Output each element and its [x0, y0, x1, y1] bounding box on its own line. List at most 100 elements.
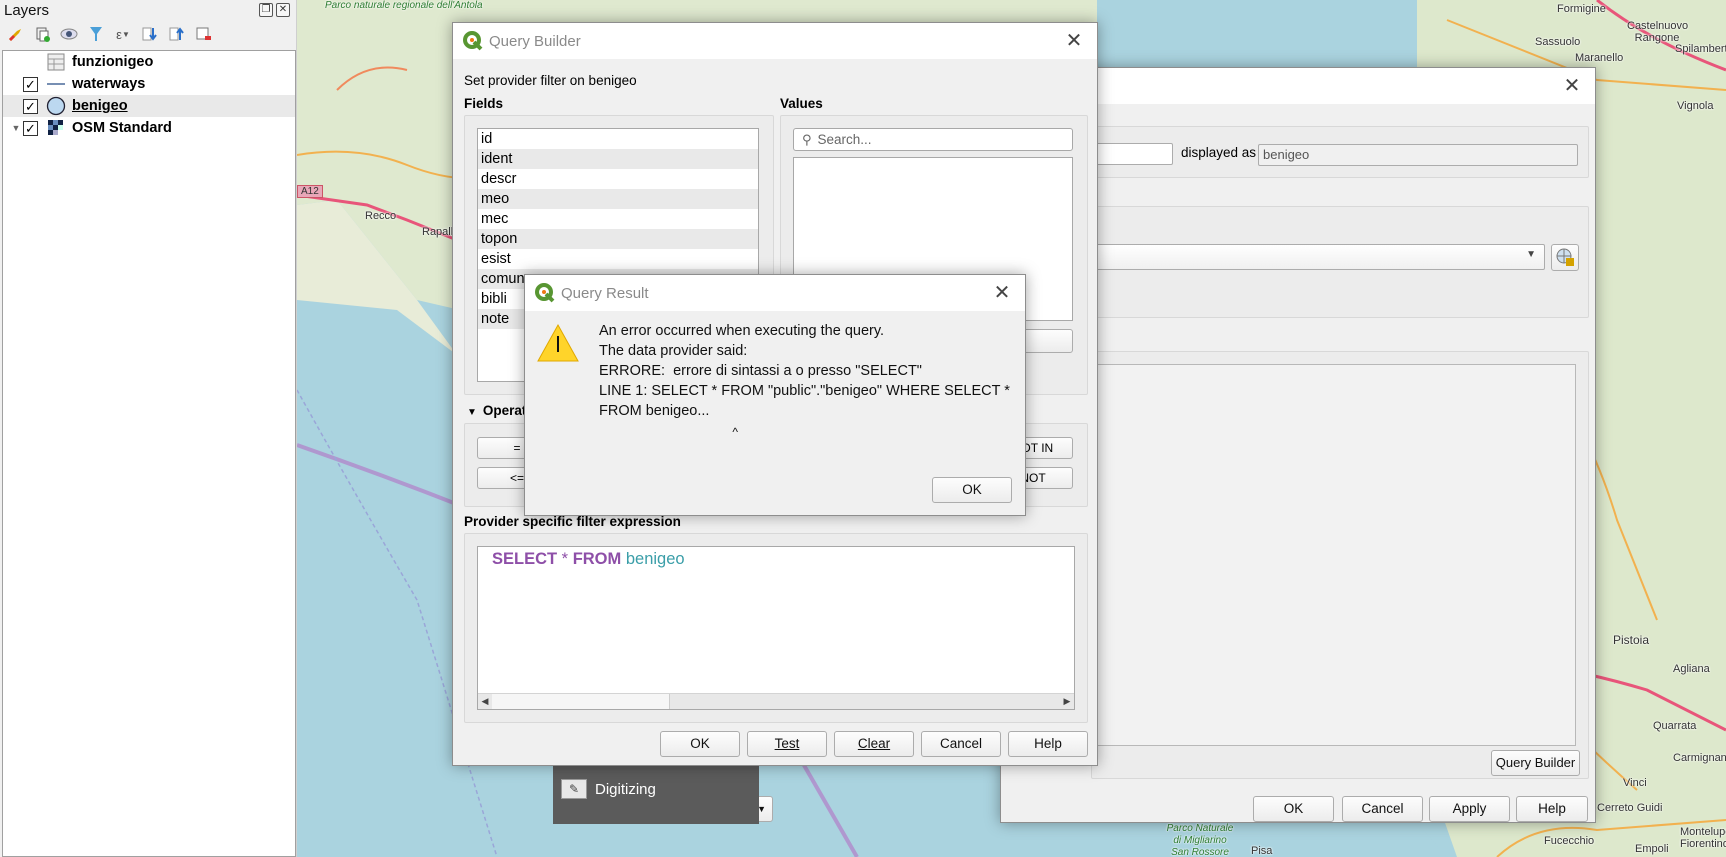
layer-name-field[interactable] [1091, 143, 1173, 165]
close-icon[interactable]: ✕ [1063, 30, 1085, 52]
clear-label: Clear [857, 736, 891, 751]
map-label: Maranello [1575, 52, 1624, 64]
layers-panel: Layers ❐ ✕ ε▼ funzionigeo ✓ waterways ✓ [0, 0, 297, 857]
help-button[interactable]: Help [1008, 731, 1088, 757]
sql-expression: SELECT * FROM benigeo [492, 550, 685, 568]
remove-layer-icon[interactable] [195, 25, 213, 43]
scrollbar-thumb[interactable] [492, 694, 670, 709]
filter-expression-icon[interactable]: ε ▼ [114, 25, 132, 43]
test-button[interactable]: Test [747, 731, 827, 757]
layer-visibility-checkbox[interactable]: ✓ [23, 76, 38, 92]
query-result-dialog: Query Result ✕ An error occurred when ex… [524, 274, 1026, 516]
map-road-badge: A12 [297, 185, 323, 198]
polygon-symbol-icon [46, 96, 66, 116]
encoding-dropdown[interactable]: ▼ [1091, 244, 1545, 270]
field-item[interactable]: topon [478, 229, 758, 249]
style-manager-icon[interactable] [6, 25, 24, 43]
horizontal-scrollbar[interactable]: ◀ ▶ [478, 693, 1074, 709]
scroll-right-icon[interactable]: ▶ [1060, 694, 1074, 709]
layer-item-waterways[interactable]: ✓ waterways [3, 73, 295, 95]
map-label: Castelnuovo Rangone [1627, 20, 1689, 44]
ok-button[interactable]: OK [660, 731, 740, 757]
sidebar-item-digitizing[interactable]: ✎ Digitizing [561, 774, 656, 804]
search-placeholder: Search... [817, 132, 872, 147]
values-search-input[interactable]: ⚲ Search... [793, 128, 1073, 151]
clear-button[interactable]: Clear [834, 731, 914, 757]
map-label: Parco naturale regionale dell'Antola [325, 0, 483, 11]
sidebar-item-label: Digitizing [595, 780, 656, 798]
layer-visibility-checkbox[interactable]: ✓ [23, 98, 38, 114]
error-message-line: LINE 1: SELECT * FROM "public"."benigeo"… [599, 383, 1010, 399]
qgis-logo-icon [535, 283, 555, 303]
apply-button[interactable]: Apply [1429, 796, 1510, 822]
raster-layer-icon [46, 119, 66, 137]
map-label: Agliana [1673, 663, 1710, 675]
query-builder-button[interactable]: Query Builder [1491, 750, 1580, 776]
subtitle: Set provider filter on benigeo [464, 73, 637, 88]
layer-name: funzionigeo [72, 54, 154, 70]
table-layer-icon [46, 53, 66, 71]
close-panel-icon[interactable]: ✕ [276, 3, 290, 17]
search-icon: ⚲ [802, 131, 812, 147]
collapse-arrow-icon: ▼ [467, 407, 477, 418]
collapse-all-icon[interactable] [168, 25, 186, 43]
displayed-as-field: benigeo [1258, 144, 1578, 166]
layer-name: waterways [72, 76, 146, 92]
ok-button[interactable]: OK [1253, 796, 1334, 822]
field-item[interactable]: esist [478, 249, 758, 269]
field-item[interactable]: ident [478, 149, 758, 169]
map-label: Parco Naturale di Migliarino San Rossore [1166, 823, 1234, 857]
error-message-line: FROM benigeo... [599, 403, 710, 419]
map-label: Empoli [1635, 843, 1669, 855]
layers-toolbar: ε ▼ [6, 24, 213, 44]
cancel-button[interactable]: Cancel [921, 731, 1001, 757]
titlebar: Query Result ✕ [525, 275, 1025, 311]
map-label: Montelupo Fiorentino [1680, 826, 1726, 850]
dialog-title: Query Result [561, 284, 649, 302]
map-label: Spilamberto [1675, 43, 1726, 55]
field-item[interactable]: descr [478, 169, 758, 189]
error-message-line: ERRORE: errore di sintassi a o presso "S… [599, 363, 922, 379]
layers-tree[interactable]: funzionigeo ✓ waterways ✓ benigeo ▼ ✓ OS… [2, 50, 296, 857]
error-message-line: The data provider said: [599, 343, 748, 359]
titlebar: Query Builder ✕ [453, 23, 1097, 59]
layer-item-funzionigeo[interactable]: funzionigeo [3, 51, 295, 73]
float-panel-icon[interactable]: ❐ [259, 3, 273, 17]
values-label: Values [780, 96, 823, 111]
chevron-down-icon: ▼ [1526, 249, 1536, 260]
line-symbol-icon [46, 75, 66, 93]
error-caret-line: ^ [599, 425, 738, 439]
displayed-as-label: displayed as [1181, 145, 1257, 160]
digitizing-icon: ✎ [561, 779, 587, 799]
close-icon[interactable]: ✕ [991, 282, 1013, 304]
add-group-icon[interactable] [33, 25, 51, 43]
layer-item-benigeo[interactable]: ✓ benigeo [3, 95, 295, 117]
ok-button[interactable]: OK [932, 477, 1012, 503]
layer-name: benigeo [72, 98, 128, 114]
map-label: Vignola [1677, 100, 1714, 112]
map-label: Pisa [1251, 845, 1273, 857]
globe-icon [1556, 248, 1574, 266]
map-label: Fucecchio [1544, 835, 1595, 847]
filter-legend-icon[interactable] [87, 25, 105, 43]
expand-all-icon[interactable] [141, 25, 159, 43]
scroll-left-icon[interactable]: ◀ [478, 694, 492, 709]
collapse-arrow-icon[interactable]: ▼ [9, 123, 23, 133]
layer-visibility-checkbox[interactable]: ✓ [23, 120, 38, 136]
manage-visibility-icon[interactable] [60, 25, 78, 43]
provider-filter-text[interactable] [1091, 364, 1576, 746]
help-button[interactable]: Help [1516, 796, 1588, 822]
filter-expression-editor[interactable]: SELECT * FROM benigeo ◀ ▶ [477, 546, 1075, 710]
qgis-logo-icon [463, 31, 483, 51]
field-item[interactable]: id [478, 129, 758, 149]
map-label: Formigine [1557, 3, 1606, 15]
layer-item-osm-standard[interactable]: ▼ ✓ OSM Standard [3, 117, 295, 139]
close-icon[interactable]: ✕ [1561, 75, 1583, 97]
field-item[interactable]: mec [478, 209, 758, 229]
test-label: Test [774, 736, 800, 751]
field-item[interactable]: meo [478, 189, 758, 209]
cancel-button[interactable]: Cancel [1342, 796, 1423, 822]
panel-title: Layers [4, 2, 50, 19]
fields-label: Fields [464, 96, 504, 111]
crs-selector-button[interactable] [1551, 244, 1579, 271]
